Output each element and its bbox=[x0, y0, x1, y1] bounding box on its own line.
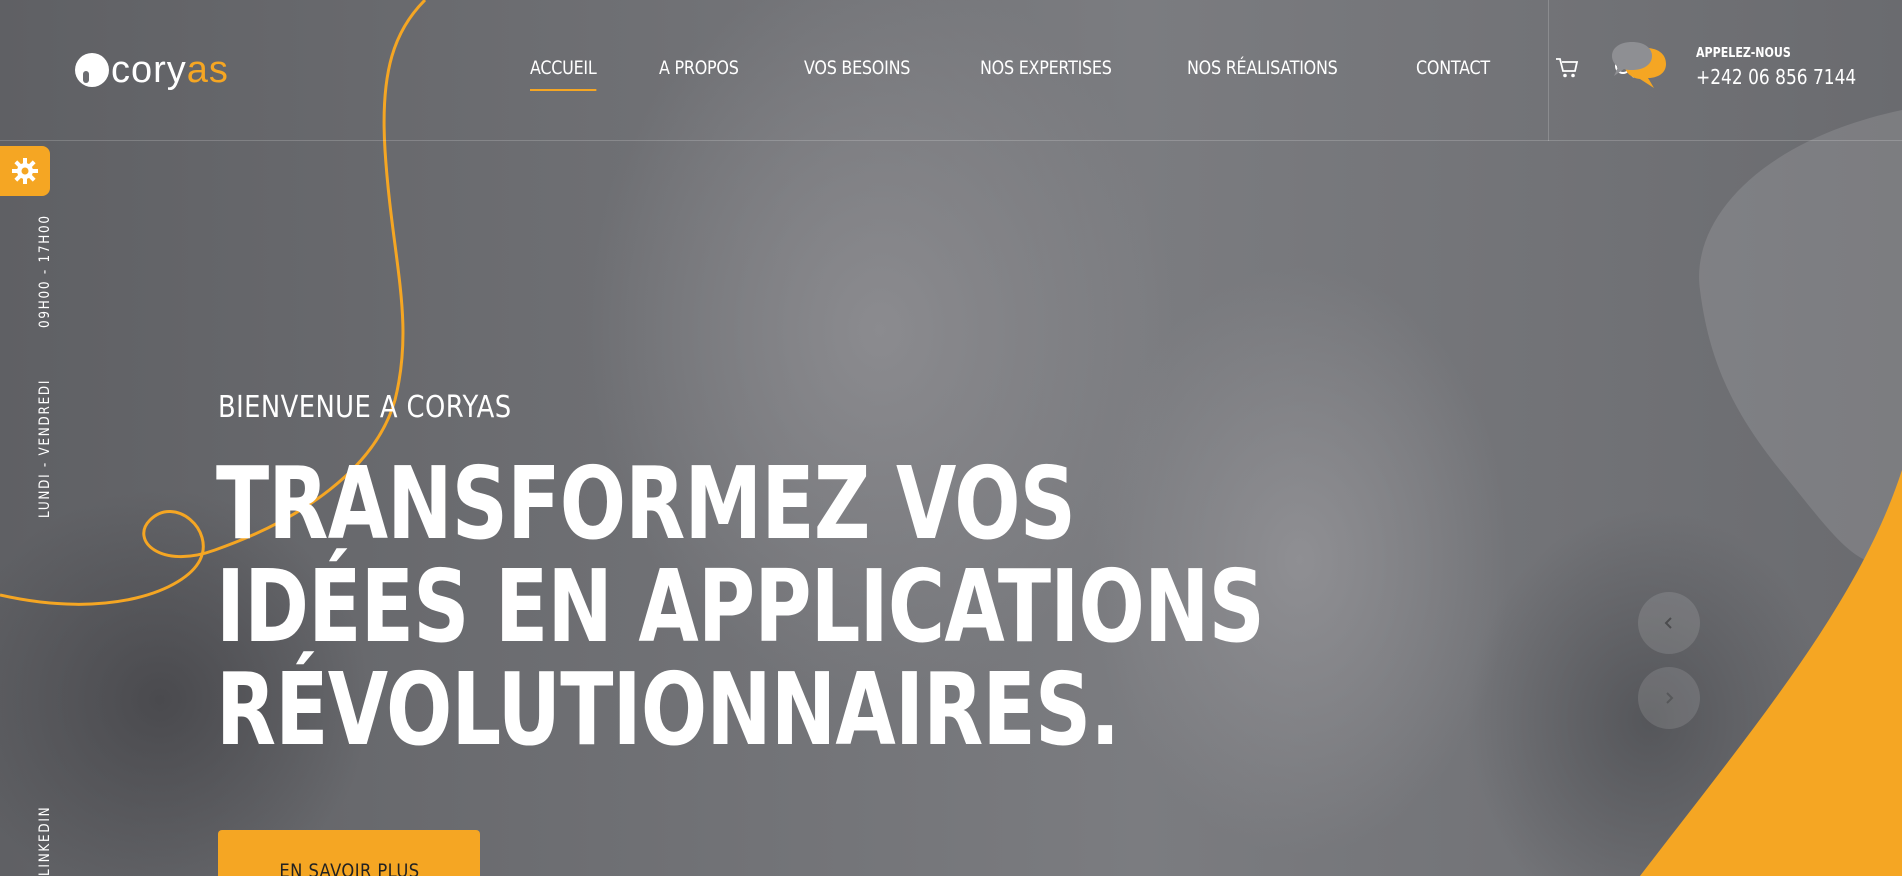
elephant-logo-icon bbox=[75, 53, 109, 87]
cart-icon[interactable] bbox=[1554, 55, 1580, 81]
slider-prev-button[interactable] bbox=[1638, 592, 1700, 654]
headline-line-1: TRANSFORMEZ VOS bbox=[216, 445, 1076, 562]
nav-item-nos-realisations[interactable]: NOS RÉALISATIONS bbox=[1187, 57, 1338, 79]
side-social-linkedin[interactable]: LINKEDIN bbox=[37, 806, 53, 876]
main-nav: ACCUEIL A PROPOS VOS BESOINS NOS EXPERTI… bbox=[530, 50, 1670, 91]
contact-phone[interactable]: +242 06 856 7144 bbox=[1696, 65, 1856, 89]
logo-prefix: cory bbox=[111, 49, 187, 91]
chevron-right-icon bbox=[1666, 692, 1674, 704]
nav-item-nos-expertises[interactable]: NOS EXPERTISES bbox=[980, 57, 1112, 79]
nav-item-accueil[interactable]: ACCUEIL bbox=[530, 57, 597, 91]
nav-item-contact[interactable]: CONTACT bbox=[1416, 57, 1490, 79]
logo-text: coryas bbox=[111, 51, 229, 89]
headline-line-2: IDÉES EN APPLICATIONS bbox=[216, 548, 1265, 665]
contact-label: APPELEZ-NOUS bbox=[1696, 45, 1791, 61]
chevron-left-icon bbox=[1664, 617, 1672, 629]
header-divider bbox=[1548, 0, 1549, 141]
hero-eyebrow: BIENVENUE A CORYAS bbox=[218, 390, 512, 425]
slider-next-button[interactable] bbox=[1638, 667, 1700, 729]
side-hours: 09H00 - 17H00 bbox=[37, 214, 53, 328]
cta-label: EN SAVOIR PLUS bbox=[278, 860, 420, 876]
logo[interactable]: coryas bbox=[75, 50, 229, 90]
side-days: LUNDI - VENDREDI bbox=[37, 378, 53, 518]
chat-bubbles-icon bbox=[1610, 40, 1668, 94]
contact-block[interactable]: APPELEZ-NOUS +242 06 856 7144 bbox=[1610, 40, 1885, 94]
logo-suffix: as bbox=[186, 49, 229, 91]
nav-item-vos-besoins[interactable]: VOS BESOINS bbox=[804, 57, 910, 79]
headline-line-3: RÉVOLUTIONNAIRES. bbox=[216, 651, 1120, 768]
cta-button[interactable]: EN SAVOIR PLUS bbox=[218, 830, 480, 876]
nav-item-a-propos[interactable]: A PROPOS bbox=[659, 57, 739, 79]
gear-icon bbox=[12, 158, 38, 184]
hero-headline: TRANSFORMEZ VOS IDÉES EN APPLICATIONS RÉ… bbox=[216, 445, 1265, 768]
settings-toggle[interactable] bbox=[0, 146, 50, 196]
site-header: coryas ACCUEIL A PROPOS VOS BESOINS NOS … bbox=[0, 0, 1902, 141]
